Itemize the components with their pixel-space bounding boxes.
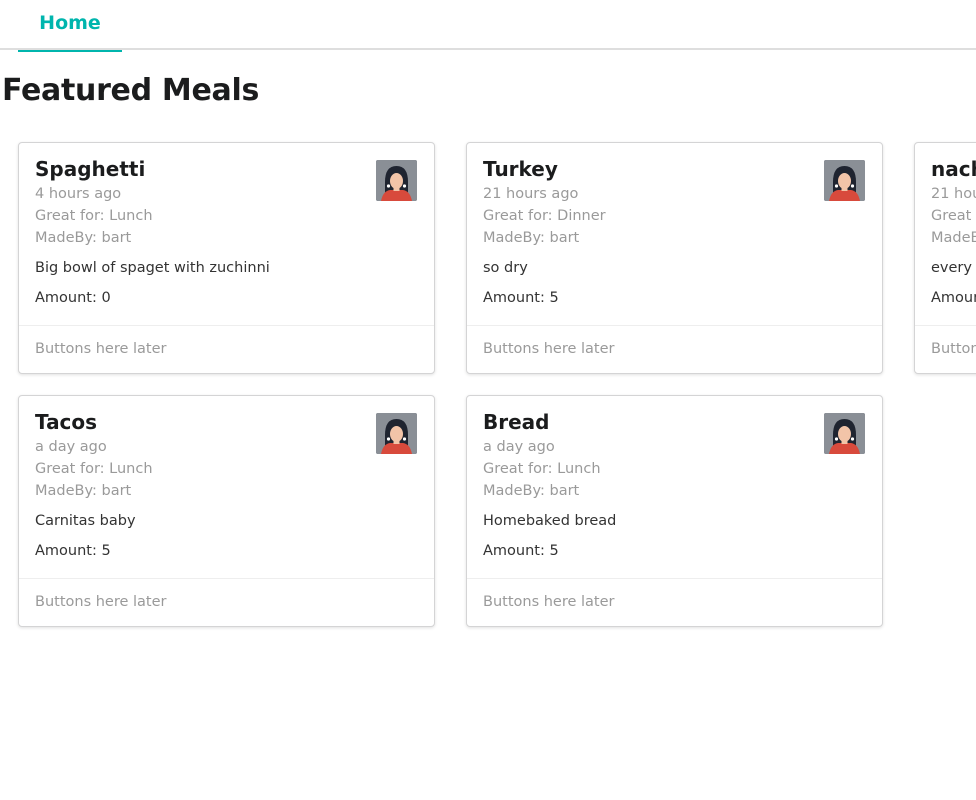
- meal-card-footer: Buttons here later: [467, 325, 882, 373]
- meal-card-grid: Spaghetti 4 hours ago Great for: Lunch M…: [0, 0, 976, 800]
- meal-description: so dry: [483, 260, 528, 276]
- meal-name: Bread: [483, 410, 550, 434]
- meal-great-for: Great for: Lunch: [931, 208, 976, 224]
- meal-card-content: Tacos a day ago Great for: Lunch MadeBy:…: [19, 396, 434, 579]
- meal-amount: Amount: 5: [35, 543, 111, 559]
- meal-made-by: MadeBy: bart: [931, 230, 976, 246]
- meal-description: every bite: [931, 260, 976, 276]
- meal-card-footer: Buttons here later: [19, 578, 434, 626]
- user-avatar-icon: [824, 160, 865, 201]
- meal-card-footer: Buttons here later: [915, 325, 976, 373]
- meal-description: Carnitas baby: [35, 513, 136, 529]
- meal-card-content: Turkey 21 hours ago Great for: Dinner Ma…: [467, 143, 882, 326]
- user-avatar-icon: [376, 160, 417, 201]
- meal-name: nachos: [931, 157, 976, 181]
- meal-great-for: Great for: Dinner: [483, 208, 606, 224]
- user-avatar-icon: [376, 413, 417, 454]
- user-avatar-icon: [824, 413, 865, 454]
- meal-card-footer: Buttons here later: [467, 578, 882, 626]
- meal-time: 4 hours ago: [35, 186, 122, 202]
- meal-card: Bread a day ago Great for: Lunch MadeBy:…: [466, 395, 883, 627]
- meal-name: Tacos: [35, 410, 98, 434]
- meal-description: Homebaked bread: [483, 513, 617, 529]
- meal-time: 21 hours ago: [931, 186, 976, 202]
- meal-made-by: MadeBy: bart: [483, 483, 580, 499]
- meal-made-by: MadeBy: bart: [35, 483, 132, 499]
- meal-amount: Amount: 5: [483, 290, 559, 306]
- meal-name: Spaghetti: [35, 157, 146, 181]
- meal-great-for: Great for: Lunch: [35, 208, 153, 224]
- meal-card: nachos 21 hours ago Great for: Lunch Mad…: [914, 142, 976, 374]
- meal-amount: Amount: 0: [35, 290, 111, 306]
- meal-card: Spaghetti 4 hours ago Great for: Lunch M…: [18, 142, 435, 374]
- meal-time: a day ago: [35, 439, 107, 455]
- meal-card-content: Spaghetti 4 hours ago Great for: Lunch M…: [19, 143, 434, 326]
- meal-description: Big bowl of spaget with zuchinni: [35, 260, 270, 276]
- meal-time: 21 hours ago: [483, 186, 579, 202]
- meal-amount: Amount: 5: [931, 290, 976, 306]
- meal-great-for: Great for: Lunch: [35, 461, 153, 477]
- meal-card-content: nachos 21 hours ago Great for: Lunch Mad…: [915, 143, 976, 326]
- meal-card: Tacos a day ago Great for: Lunch MadeBy:…: [18, 395, 435, 627]
- meal-amount: Amount: 5: [483, 543, 559, 559]
- meal-great-for: Great for: Lunch: [483, 461, 601, 477]
- meal-card: Turkey 21 hours ago Great for: Dinner Ma…: [466, 142, 883, 374]
- meal-card-content: Bread a day ago Great for: Lunch MadeBy:…: [467, 396, 882, 579]
- meal-made-by: MadeBy: bart: [483, 230, 580, 246]
- meal-made-by: MadeBy: bart: [35, 230, 132, 246]
- meal-card-footer: Buttons here later: [19, 325, 434, 373]
- meal-name: Turkey: [483, 157, 558, 181]
- meal-time: a day ago: [483, 439, 555, 455]
